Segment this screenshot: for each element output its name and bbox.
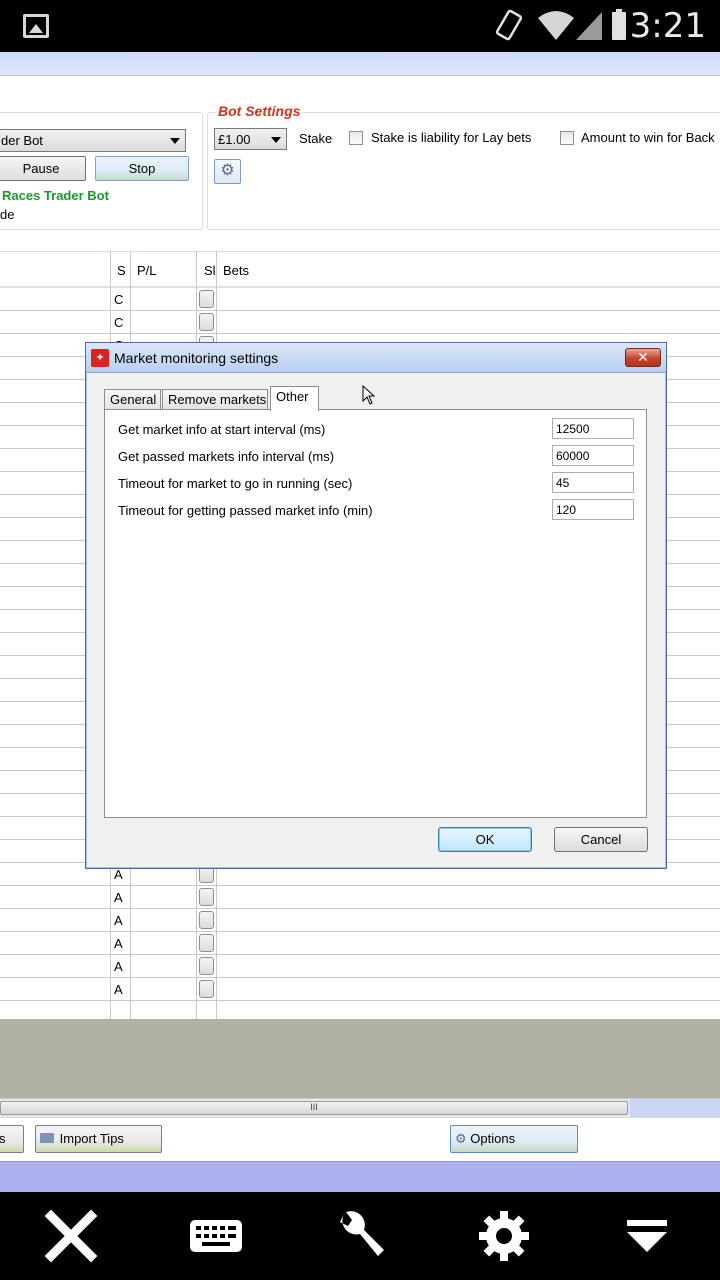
grid-header: S P/L Sl Bets <box>0 251 720 288</box>
row-checkbox[interactable] <box>199 957 214 975</box>
signal-icon <box>576 12 602 40</box>
row-status: A <box>114 936 123 951</box>
menu-down-icon[interactable] <box>617 1206 677 1266</box>
chevron-down-icon <box>271 137 281 143</box>
app-top-strip <box>0 52 720 76</box>
keyboard-icon[interactable] <box>186 1206 246 1266</box>
partial-toolbar-button-label: s <box>0 1131 6 1146</box>
table-row[interactable]: C <box>0 288 720 311</box>
table-row[interactable]: C <box>0 311 720 334</box>
stake-select[interactable]: £1.00 <box>214 128 287 150</box>
system-status-icons <box>495 9 626 41</box>
column-header-sl[interactable]: Sl <box>204 263 216 278</box>
gear-icon[interactable] <box>474 1206 534 1266</box>
partial-toolbar-button[interactable]: s <box>0 1125 24 1153</box>
amount-to-win-checkbox[interactable] <box>560 131 574 145</box>
folder-icon <box>40 1133 54 1143</box>
ok-button[interactable]: OK <box>438 827 532 852</box>
stop-button[interactable]: Stop <box>95 156 189 181</box>
passed-market-timeout-input[interactable]: 120 <box>552 499 634 520</box>
setting-row: Get passed markets info interval (ms) 60… <box>118 445 635 467</box>
row-status: C <box>114 292 124 307</box>
row-checkbox[interactable] <box>199 980 214 998</box>
setting-label: Timeout for getting passed market info (… <box>118 503 373 518</box>
wifi-icon <box>538 11 574 40</box>
row-checkbox[interactable] <box>199 934 214 952</box>
screen-rotation-icon <box>495 9 523 41</box>
soft-toolbar <box>0 1192 720 1280</box>
bottom-toolbar: s Import Tips ⚙ Options <box>0 1117 720 1161</box>
tab-panel-other: Get market info at start interval (ms) 1… <box>104 409 647 818</box>
scrollbar-track[interactable] <box>630 1099 720 1118</box>
horizontal-scrollbar[interactable]: III <box>0 1098 720 1118</box>
import-tips-button[interactable]: Import Tips <box>35 1125 162 1153</box>
table-row[interactable]: A <box>0 932 720 955</box>
row-checkbox[interactable] <box>199 888 214 906</box>
gear-icon: ⚙ <box>220 162 235 179</box>
scrollbar-thumb[interactable]: III <box>0 1101 628 1115</box>
gear-icon: ⚙ <box>455 1131 467 1146</box>
tab-general[interactable]: General <box>104 389 161 410</box>
column-header-s[interactable]: S <box>117 263 126 278</box>
row-checkbox[interactable] <box>199 290 214 308</box>
liability-checkbox[interactable] <box>349 131 363 145</box>
liability-label: Stake is liability for Lay bets <box>371 130 532 145</box>
cancel-button[interactable]: Cancel <box>554 827 648 852</box>
setting-label: Timeout for market to go in running (sec… <box>118 476 353 491</box>
passed-markets-interval-input[interactable]: 60000 <box>552 445 634 466</box>
dialog-title: Market monitoring settings <box>114 350 279 366</box>
empty-grid-area <box>0 1019 720 1098</box>
bottom-strip <box>0 1161 720 1192</box>
chevron-down-icon <box>170 138 180 144</box>
options-label: Options <box>470 1131 516 1146</box>
row-checkbox[interactable] <box>199 313 214 331</box>
tab-remove-markets[interactable]: Remove markets <box>162 389 268 410</box>
setting-row: Timeout for getting passed market info (… <box>118 499 635 521</box>
table-row[interactable]: A <box>0 886 720 909</box>
bot-select[interactable]: der Bot <box>0 129 186 152</box>
table-row[interactable]: A <box>0 909 720 932</box>
row-checkbox[interactable] <box>199 911 214 929</box>
bot-settings-gear-button[interactable]: ⚙ <box>214 159 241 184</box>
row-status: A <box>114 913 123 928</box>
row-status: A <box>114 867 123 882</box>
table-row[interactable]: A <box>0 955 720 978</box>
column-header-pl[interactable]: P/L <box>137 263 157 278</box>
row-status: A <box>114 890 123 905</box>
close-icon[interactable] <box>41 1206 101 1266</box>
clock: 3:21 <box>629 6 706 46</box>
setting-label: Get market info at start interval (ms) <box>118 422 326 437</box>
dialog-titlebar[interactable]: ✦ Market monitoring settings ✕ <box>86 343 666 373</box>
tab-other[interactable]: Other <box>270 386 319 411</box>
bot-name: Races Trader Bot <box>2 188 109 203</box>
row-status: A <box>114 982 123 997</box>
table-row[interactable]: A <box>0 978 720 1001</box>
battery-icon <box>612 9 626 40</box>
import-tips-label: Import Tips <box>59 1131 124 1146</box>
mouse-cursor-icon <box>362 385 376 405</box>
bot-settings-title: Bot Settings <box>216 103 303 119</box>
amount-to-win-label: Amount to win for Back <box>581 130 715 145</box>
column-header-bets[interactable]: Bets <box>223 263 249 278</box>
market-monitoring-dialog: ✦ Market monitoring settings ✕ General R… <box>85 342 667 869</box>
app-logo-icon: ✦ <box>91 349 109 367</box>
pause-button[interactable]: Pause <box>0 156 86 181</box>
setting-row: Get market info at start interval (ms) 1… <box>118 418 635 440</box>
status-bar: 3:21 <box>0 0 720 52</box>
row-status: C <box>114 315 124 330</box>
image-notification-icon <box>23 14 49 38</box>
setting-label: Get passed markets info interval (ms) <box>118 449 335 464</box>
row-status: A <box>114 959 123 974</box>
bot-mode: de <box>0 207 15 222</box>
bot-select-value: der Bot <box>1 133 43 148</box>
setting-row: Timeout for market to go in running (sec… <box>118 472 635 494</box>
close-button[interactable]: ✕ <box>625 348 661 367</box>
wrench-icon[interactable] <box>330 1206 390 1266</box>
start-interval-input[interactable]: 12500 <box>552 418 634 439</box>
stake-label: Stake <box>299 131 333 146</box>
stake-select-value: £1.00 <box>218 132 251 147</box>
in-running-timeout-input[interactable]: 45 <box>552 472 634 493</box>
options-button[interactable]: ⚙ Options <box>450 1125 578 1153</box>
